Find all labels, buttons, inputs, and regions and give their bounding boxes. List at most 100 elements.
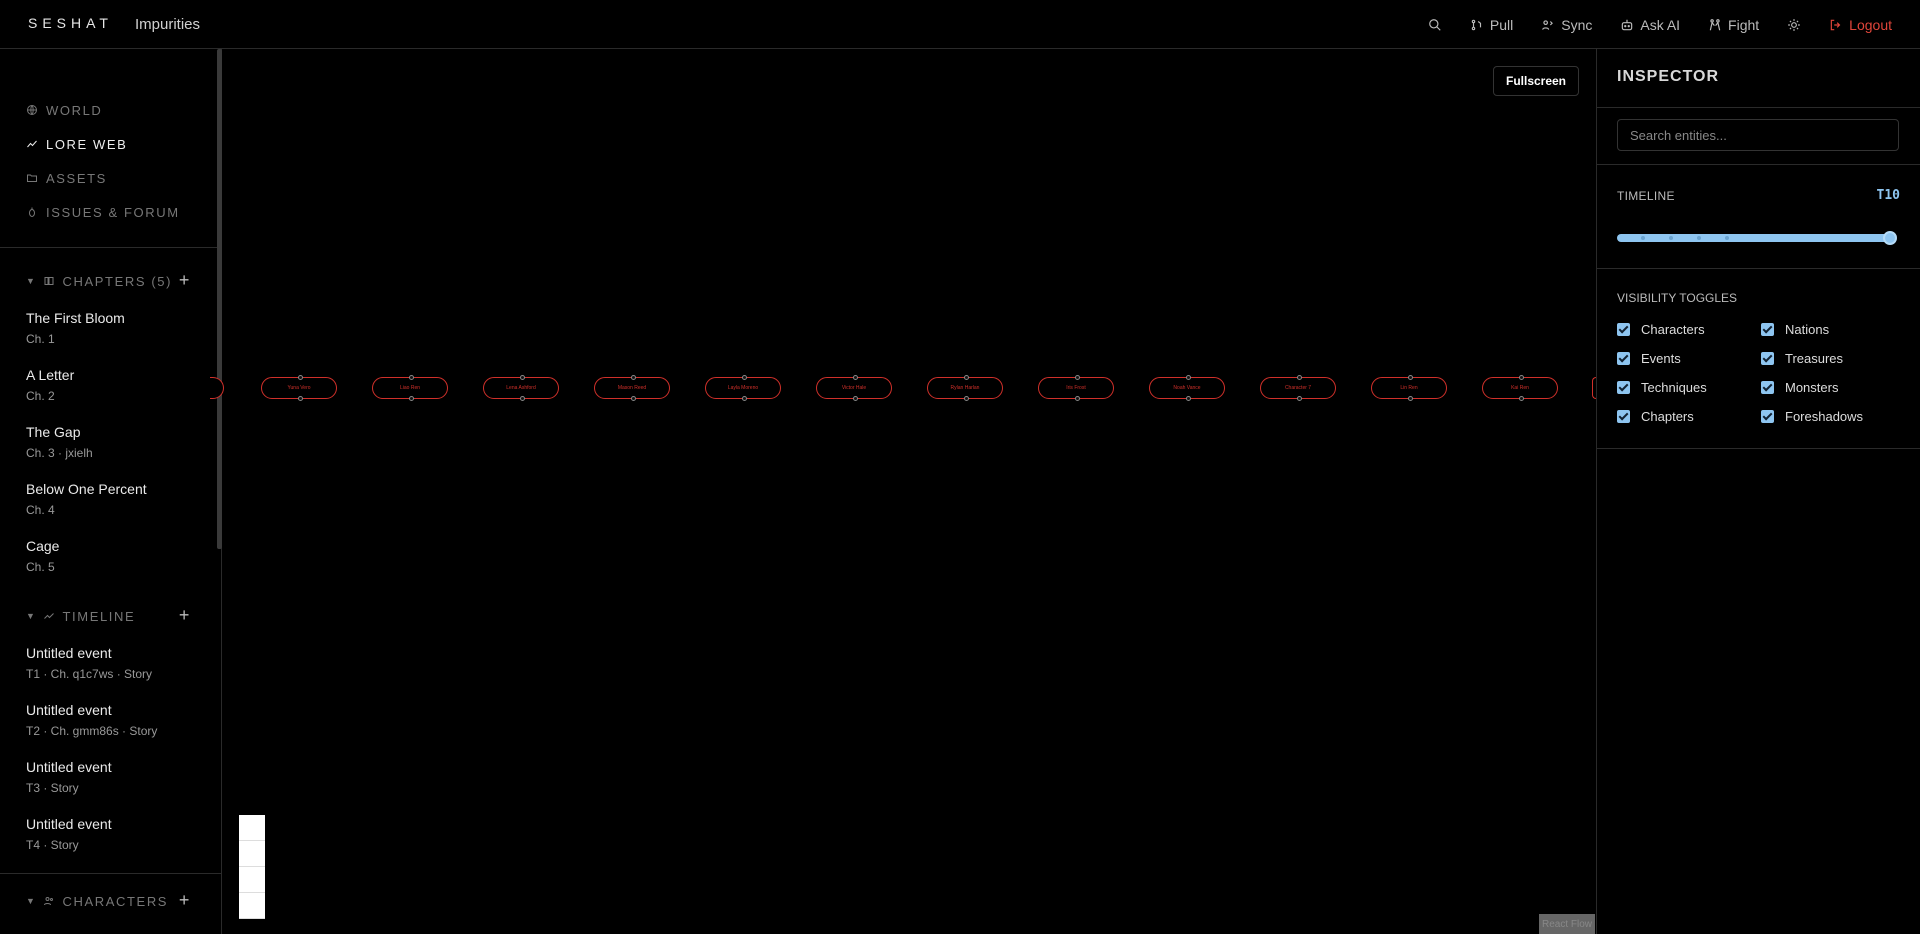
- checkbox[interactable]: [1617, 351, 1630, 365]
- caret-down-icon: ▼: [26, 276, 37, 286]
- inspector-divider: [1597, 164, 1920, 165]
- add-character-button[interactable]: +: [179, 890, 191, 911]
- checkbox[interactable]: [1617, 409, 1630, 423]
- timeline-item[interactable]: Untitled event T3 · Story: [0, 759, 221, 796]
- sync-label: Sync: [1561, 16, 1593, 33]
- event-sub: T3 · Story: [26, 781, 79, 795]
- sync-button[interactable]: Sync: [1541, 17, 1592, 33]
- lore-web-canvas[interactable]: [222, 49, 1596, 934]
- toggle-chapters[interactable]: Chapters: [1617, 408, 1761, 424]
- chapter-title: A Letter: [26, 367, 75, 383]
- chapter-item[interactable]: Below One Percent Ch. 4: [0, 481, 221, 518]
- visibility-toggles-label: VISIBILITY TOGGLES: [1617, 291, 1738, 305]
- checkbox[interactable]: [1761, 351, 1774, 365]
- chapter-sub: Ch. 2: [26, 389, 55, 403]
- event-sub: T2 · Ch. gmm86s · Story: [26, 724, 158, 738]
- fullscreen-button[interactable]: Fullscreen: [1493, 66, 1579, 96]
- chapter-item[interactable]: A Letter Ch. 2: [0, 367, 221, 404]
- slider-thumb[interactable]: [1883, 231, 1897, 245]
- checkbox[interactable]: [1761, 380, 1774, 394]
- add-event-button[interactable]: +: [179, 605, 191, 626]
- sidebar-item-issues-forum[interactable]: ISSUES & FORUM: [0, 195, 221, 229]
- checkbox[interactable]: [1617, 380, 1630, 394]
- timeline-item[interactable]: Untitled event T1 · Ch. q1c7ws · Story: [0, 645, 221, 682]
- sidebar-item-lore-web[interactable]: LORE WEB: [0, 127, 221, 161]
- timeline-item[interactable]: Untitled event T4 · Story: [0, 816, 221, 853]
- timeline-slider[interactable]: [1617, 231, 1897, 245]
- search-button[interactable]: [1428, 18, 1442, 32]
- sidebar-item-label: ASSETS: [46, 170, 107, 186]
- sidebar-item-assets[interactable]: ASSETS: [0, 161, 221, 195]
- characters-section-header[interactable]: ▼ CHARACTERS +: [0, 890, 221, 912]
- event-sub: T4 · Story: [26, 838, 79, 852]
- toggle-nations[interactable]: Nations: [1761, 321, 1905, 337]
- toggle-characters[interactable]: Characters: [1617, 321, 1761, 337]
- zoom-in-button[interactable]: [239, 815, 265, 841]
- chapters-list: The First Bloom Ch. 1 A Letter Ch. 2 The…: [0, 310, 221, 575]
- graph-icon: [27, 140, 37, 148]
- toggle-label: Chapters: [1641, 408, 1694, 424]
- event-title: Untitled event: [26, 816, 112, 832]
- toggle-label: Characters: [1641, 321, 1705, 337]
- event-sub: T1 · Ch. q1c7ws · Story: [26, 667, 153, 681]
- lock-button[interactable]: [239, 893, 265, 919]
- sidebar-divider: [0, 247, 221, 248]
- caret-down-icon: ▼: [26, 896, 37, 906]
- project-title: Impurities: [135, 16, 201, 33]
- toggle-label: Events: [1641, 350, 1681, 366]
- fit-view-button[interactable]: [239, 867, 265, 893]
- ask-ai-button[interactable]: Ask AI: [1620, 17, 1680, 33]
- add-chapter-button[interactable]: +: [179, 270, 191, 291]
- pull-button[interactable]: Pull: [1470, 17, 1513, 33]
- event-title: Untitled event: [26, 759, 112, 775]
- slider-tick: [1669, 236, 1673, 240]
- sidebar-nav: WORLD LORE WEB ASSETS ISSUES & FORUM: [0, 49, 221, 229]
- inspector-panel: INSPECTOR TIMELINE T10 VISIBILITY TOGGLE…: [1596, 49, 1920, 934]
- theme-toggle-button[interactable]: [1787, 18, 1801, 32]
- users-icon: [43, 897, 53, 906]
- sidebar-item-world[interactable]: WORLD: [0, 93, 221, 127]
- timeline-section-header[interactable]: ▼ TIMELINE +: [0, 605, 221, 627]
- timeline-item[interactable]: Untitled event T2 · Ch. gmm86s · Story: [0, 702, 221, 739]
- inspector-divider: [1597, 107, 1920, 108]
- checkbox[interactable]: [1617, 322, 1630, 336]
- event-title: Untitled event: [26, 645, 112, 661]
- robot-icon: [1622, 19, 1633, 30]
- chapter-item[interactable]: Cage Ch. 5: [0, 538, 221, 575]
- timeline-list: Untitled event T1 · Ch. q1c7ws · Story U…: [0, 645, 221, 853]
- bug-icon: [29, 207, 35, 217]
- toggle-foreshadows[interactable]: Foreshadows: [1761, 408, 1905, 424]
- fight-button[interactable]: Fight: [1708, 17, 1759, 33]
- chapter-sub: Ch. 5: [26, 560, 55, 574]
- inspector-divider: [1597, 268, 1920, 269]
- timeline-value: T10: [1876, 188, 1900, 203]
- zoom-out-button[interactable]: [239, 841, 265, 867]
- react-flow-attribution[interactable]: React Flow: [1539, 914, 1595, 934]
- chapter-item[interactable]: The Gap Ch. 3 · jxielh: [0, 424, 221, 461]
- book-icon: [44, 277, 54, 285]
- toggle-techniques[interactable]: Techniques: [1617, 379, 1761, 395]
- brand-logo[interactable]: SESHAT: [28, 15, 113, 31]
- toggle-monsters[interactable]: Monsters: [1761, 379, 1905, 395]
- chapter-title: Cage: [26, 538, 60, 554]
- sync-icon: [1542, 19, 1554, 30]
- chapters-section-header[interactable]: ▼ CHAPTERS (5) +: [0, 270, 221, 292]
- toggle-treasures[interactable]: Treasures: [1761, 350, 1905, 366]
- chapter-sub: Ch. 4: [26, 503, 55, 517]
- slider-tick: [1697, 236, 1701, 240]
- logout-label: Logout: [1849, 16, 1892, 33]
- chapter-sub: Ch. 1: [26, 332, 55, 346]
- logout-button[interactable]: Logout: [1829, 17, 1892, 33]
- checkbox[interactable]: [1761, 409, 1774, 423]
- pull-label: Pull: [1489, 16, 1514, 33]
- sidebar-item-label: LORE WEB: [46, 136, 128, 152]
- sun-icon: [1788, 18, 1801, 31]
- checkbox[interactable]: [1761, 322, 1774, 336]
- search-entities-input[interactable]: [1617, 119, 1899, 151]
- toggle-events[interactable]: Events: [1617, 350, 1761, 366]
- fight-icon: [1709, 18, 1721, 30]
- sidebar-item-label: WORLD: [46, 102, 103, 118]
- chapter-item[interactable]: The First Bloom Ch. 1: [0, 310, 221, 347]
- toggle-label: Foreshadows: [1785, 408, 1864, 424]
- sidebar: WORLD LORE WEB ASSETS ISSUES & FORUM ▼ C…: [0, 49, 222, 934]
